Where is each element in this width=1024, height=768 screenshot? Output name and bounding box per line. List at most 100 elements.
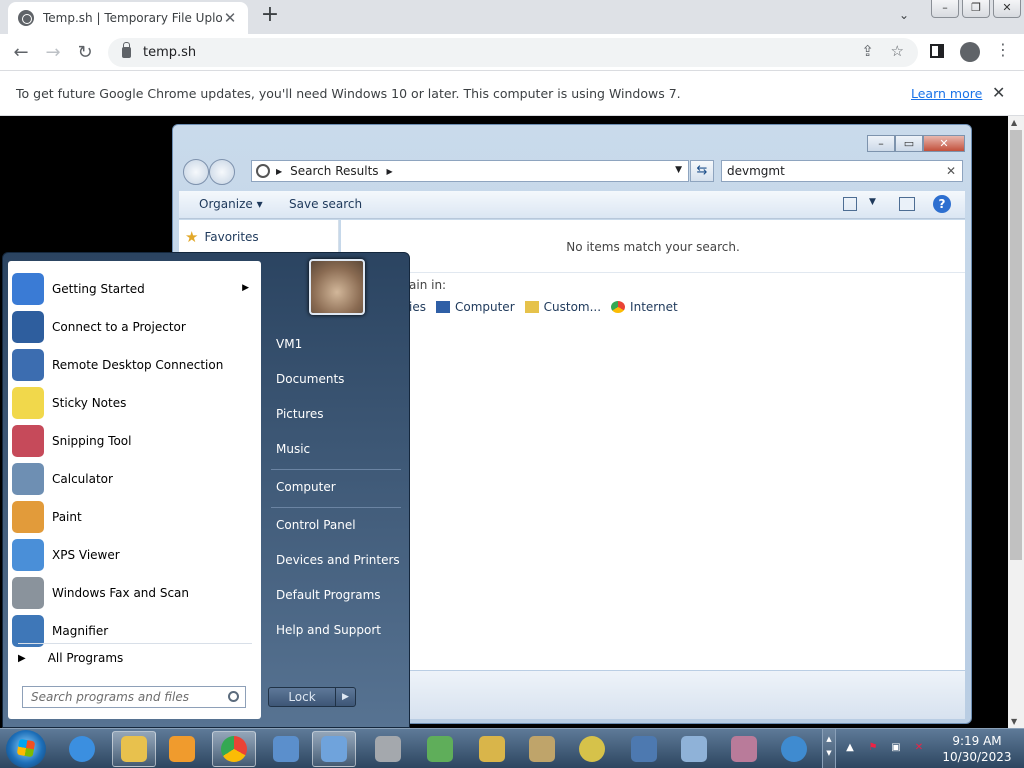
start-link-control-panel[interactable]: Control Panel bbox=[276, 518, 356, 532]
remote-desktop-icon[interactable] bbox=[264, 731, 308, 767]
explorer-search-input[interactable]: devmgmt ✕ bbox=[721, 160, 963, 182]
start-link-user[interactable]: VM1 bbox=[276, 337, 302, 351]
services-icon[interactable] bbox=[722, 731, 766, 767]
forward-arrow-icon[interactable]: → bbox=[40, 40, 66, 66]
address-bar[interactable]: temp.sh ⇪ ☆ bbox=[108, 38, 918, 67]
tab-search-chevron-icon[interactable]: ⌄ bbox=[895, 8, 913, 26]
program-xps-viewer[interactable]: XPS Viewer bbox=[12, 537, 257, 573]
breadcrumb-arrow-icon[interactable]: ▶ bbox=[276, 167, 282, 176]
start-link-devices-printers[interactable]: Devices and Printers bbox=[276, 553, 400, 567]
minimize-button[interactable]: – bbox=[931, 0, 959, 18]
program-getting-started[interactable]: Getting Started ▶ bbox=[12, 271, 257, 307]
volume-muted-icon[interactable]: ✕ bbox=[912, 742, 926, 756]
address-dropdown-icon[interactable]: ▼ bbox=[675, 165, 682, 175]
search-icon[interactable] bbox=[228, 691, 239, 702]
explorer-minimize-button[interactable]: – bbox=[867, 135, 895, 152]
new-tab-button[interactable]: + bbox=[258, 4, 282, 28]
change-view-icon[interactable] bbox=[843, 197, 857, 211]
organize-button[interactable]: Organize ▾ bbox=[199, 197, 263, 211]
clock[interactable]: 9:19 AM 10/30/2023 bbox=[936, 733, 1018, 765]
explorer-back-button[interactable] bbox=[183, 159, 209, 185]
page-scrollbar[interactable]: ▲ ▼ bbox=[1008, 116, 1024, 728]
program-paint[interactable]: Paint bbox=[12, 499, 257, 535]
fax-icon bbox=[12, 577, 44, 609]
flag-alert-icon[interactable]: ⚑ bbox=[866, 742, 880, 756]
tab-close-button[interactable]: ✕ bbox=[222, 10, 238, 26]
help-icon[interactable]: ? bbox=[933, 195, 951, 213]
start-link-documents[interactable]: Documents bbox=[276, 372, 344, 386]
menu-kebab-icon[interactable]: ⋮ bbox=[995, 40, 1011, 59]
network-icon[interactable]: ▣ bbox=[889, 742, 903, 756]
program-snipping-tool[interactable]: Snipping Tool bbox=[12, 423, 257, 459]
globe-security-icon[interactable] bbox=[772, 731, 816, 767]
start-menu-programs: Getting Started ▶ Connect to a Projector… bbox=[8, 261, 261, 719]
search-again-label: ain in: bbox=[409, 278, 447, 292]
media-player-icon[interactable] bbox=[160, 731, 204, 767]
search-again-computer[interactable]: Computer bbox=[435, 300, 515, 314]
explorer-address-bar[interactable]: ▶ Search Results ▶ ▼ bbox=[251, 160, 689, 182]
browser-tab[interactable]: Temp.sh | Temporary File Upload ✕ bbox=[8, 2, 248, 34]
tab-strip: Temp.sh | Temporary File Upload ✕ + ⌄ – … bbox=[0, 0, 1024, 34]
drive-tool-icon[interactable] bbox=[520, 731, 564, 767]
explorer-close-button[interactable]: ✕ bbox=[923, 135, 965, 152]
infobar-close-icon[interactable]: ✕ bbox=[992, 83, 1005, 102]
control-panel-icon[interactable] bbox=[312, 731, 356, 767]
start-link-pictures[interactable]: Pictures bbox=[276, 407, 324, 421]
program-fax-and-scan[interactable]: Windows Fax and Scan bbox=[12, 575, 257, 611]
bookmark-star-icon[interactable]: ☆ bbox=[891, 42, 904, 60]
help-tool-icon[interactable] bbox=[570, 731, 614, 767]
internet-explorer-icon[interactable] bbox=[60, 731, 104, 767]
side-panel-icon[interactable] bbox=[930, 44, 944, 58]
favorites-item[interactable]: ★ Favorites bbox=[185, 228, 259, 246]
show-hidden-icons-icon[interactable]: ▲ bbox=[843, 742, 857, 756]
all-programs-button[interactable]: ▶ All Programs bbox=[18, 651, 123, 665]
close-window-button[interactable]: ✕ bbox=[993, 0, 1021, 18]
search-again-custom[interactable]: Custom... bbox=[524, 300, 601, 314]
program-connect-to-projector[interactable]: Connect to a Projector bbox=[12, 309, 257, 345]
start-link-computer[interactable]: Computer bbox=[276, 480, 336, 494]
security-tool-icon[interactable] bbox=[470, 731, 514, 767]
start-button-windows-icon[interactable] bbox=[6, 730, 46, 768]
taskbar: ▲ ▼ ▲ ⚑ ▣ ✕ 9:19 AM 10/30/2023 bbox=[0, 728, 1024, 768]
lock-icon bbox=[122, 42, 131, 58]
windows-explorer-icon[interactable] bbox=[112, 731, 156, 767]
sticky-notes-icon bbox=[12, 387, 44, 419]
start-link-help-support[interactable]: Help and Support bbox=[276, 623, 381, 637]
start-link-default-programs[interactable]: Default Programs bbox=[276, 588, 381, 602]
taskbar-scroll[interactable]: ▲ ▼ bbox=[822, 729, 836, 768]
chrome-icon[interactable] bbox=[212, 731, 256, 767]
event-viewer-icon[interactable] bbox=[672, 731, 716, 767]
reload-icon[interactable]: ↻ bbox=[72, 40, 98, 66]
start-search-input[interactable]: Search programs and files bbox=[22, 686, 246, 708]
search-again-internet[interactable]: Internet bbox=[611, 300, 678, 314]
scroll-up-icon[interactable]: ▲ bbox=[1011, 118, 1017, 127]
search-again-libraries[interactable]: ies bbox=[409, 300, 426, 314]
breadcrumb-search-results[interactable]: Search Results bbox=[290, 164, 378, 178]
program-calculator[interactable]: Calculator bbox=[12, 461, 257, 497]
save-search-button[interactable]: Save search bbox=[289, 197, 362, 211]
restore-button[interactable]: ❐ bbox=[962, 0, 990, 18]
network-tool-icon[interactable] bbox=[418, 731, 462, 767]
network-monitor-icon[interactable] bbox=[622, 731, 666, 767]
start-link-music[interactable]: Music bbox=[276, 442, 310, 456]
explorer-forward-button[interactable] bbox=[209, 159, 235, 185]
refresh-icon[interactable]: ⇆ bbox=[690, 160, 714, 182]
back-arrow-icon[interactable]: ← bbox=[8, 40, 34, 66]
start-right-divider bbox=[271, 469, 401, 470]
program-sticky-notes[interactable]: Sticky Notes bbox=[12, 385, 257, 421]
user-picture-avatar[interactable] bbox=[309, 259, 365, 315]
profile-avatar-icon[interactable] bbox=[960, 42, 980, 62]
scroll-thumb[interactable] bbox=[1010, 130, 1022, 560]
lock-button[interactable]: Lock ▶ bbox=[268, 687, 356, 707]
breadcrumb-arrow-icon[interactable]: ▶ bbox=[387, 167, 393, 176]
shutdown-options-arrow-icon[interactable]: ▶ bbox=[335, 688, 355, 706]
clear-search-icon[interactable]: ✕ bbox=[946, 164, 956, 178]
view-dropdown-icon[interactable]: ▼ bbox=[869, 197, 876, 207]
learn-more-link[interactable]: Learn more bbox=[911, 86, 982, 101]
preview-pane-icon[interactable] bbox=[899, 197, 915, 211]
explorer-maximize-button[interactable]: ▭ bbox=[895, 135, 923, 152]
firewall-icon[interactable] bbox=[366, 731, 410, 767]
program-remote-desktop[interactable]: Remote Desktop Connection bbox=[12, 347, 257, 383]
scroll-down-icon[interactable]: ▼ bbox=[1011, 717, 1017, 726]
share-icon[interactable]: ⇪ bbox=[861, 42, 874, 60]
